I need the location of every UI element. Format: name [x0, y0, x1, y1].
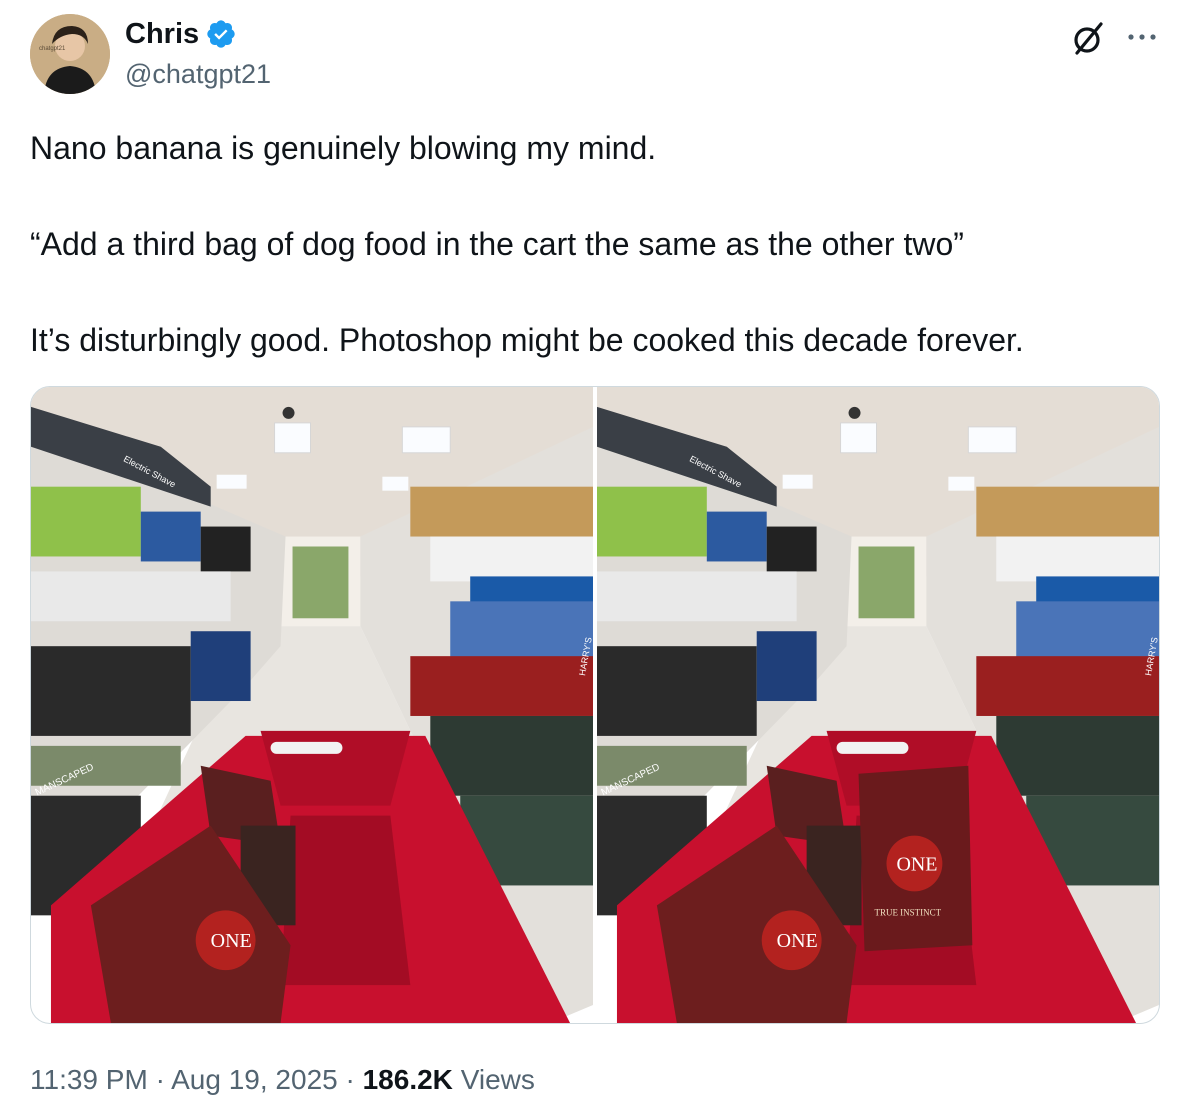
- store-aisle-photo-after: Electric Shave MANSCAPED HARRY'S ONE TRU…: [597, 387, 1159, 1023]
- media-photo-2[interactable]: Electric Shave MANSCAPED HARRY'S ONE TRU…: [597, 387, 1159, 1023]
- tweet-card: chatgpt21 Chris @chatgpt21 Nano banana i…: [0, 0, 1188, 1120]
- tweet-paragraph: “Add a third bag of dog food in the cart…: [30, 226, 964, 262]
- bag-brand: ONE: [777, 930, 818, 952]
- tweet-meta: 11:39 PM · Aug 19, 2025 · 186.2K Views: [30, 1060, 535, 1100]
- store-aisle-photo-before: Electric Shave MANSCAPED HARRY'S ONE: [31, 387, 593, 1023]
- avatar[interactable]: chatgpt21: [30, 14, 110, 94]
- author-name-row[interactable]: Chris: [125, 16, 237, 52]
- tweet-date[interactable]: Aug 19, 2025: [171, 1064, 338, 1095]
- verified-badge-icon: [207, 20, 235, 48]
- author-handle[interactable]: @chatgpt21: [125, 57, 271, 91]
- more-options-icon[interactable]: [1124, 22, 1160, 52]
- tweet-paragraph: It’s disturbingly good. Photoshop might …: [30, 322, 1024, 358]
- views-count[interactable]: 186.2K: [363, 1064, 453, 1095]
- author-name[interactable]: Chris: [125, 16, 199, 52]
- grok-icon[interactable]: [1068, 18, 1108, 58]
- tweet-time[interactable]: 11:39 PM: [30, 1064, 148, 1095]
- media-photo-1[interactable]: Electric Shave MANSCAPED HARRY'S ONE: [31, 387, 593, 1023]
- tweet-paragraph: Nano banana is genuinely blowing my mind…: [30, 130, 657, 166]
- bag-brand: ONE: [896, 853, 937, 875]
- avatar-image: chatgpt21: [30, 14, 110, 94]
- bag-brand: ONE: [211, 930, 252, 952]
- avatar-label: chatgpt21: [39, 46, 66, 52]
- meta-separator: ·: [155, 1064, 165, 1095]
- media-grid: Electric Shave MANSCAPED HARRY'S ONE Ele…: [30, 386, 1160, 1024]
- tweet-text: Nano banana is genuinely blowing my mind…: [30, 124, 1160, 412]
- bag-tag: TRUE INSTINCT: [875, 907, 942, 917]
- meta-separator: ·: [345, 1064, 355, 1095]
- views-label[interactable]: Views: [461, 1064, 535, 1095]
